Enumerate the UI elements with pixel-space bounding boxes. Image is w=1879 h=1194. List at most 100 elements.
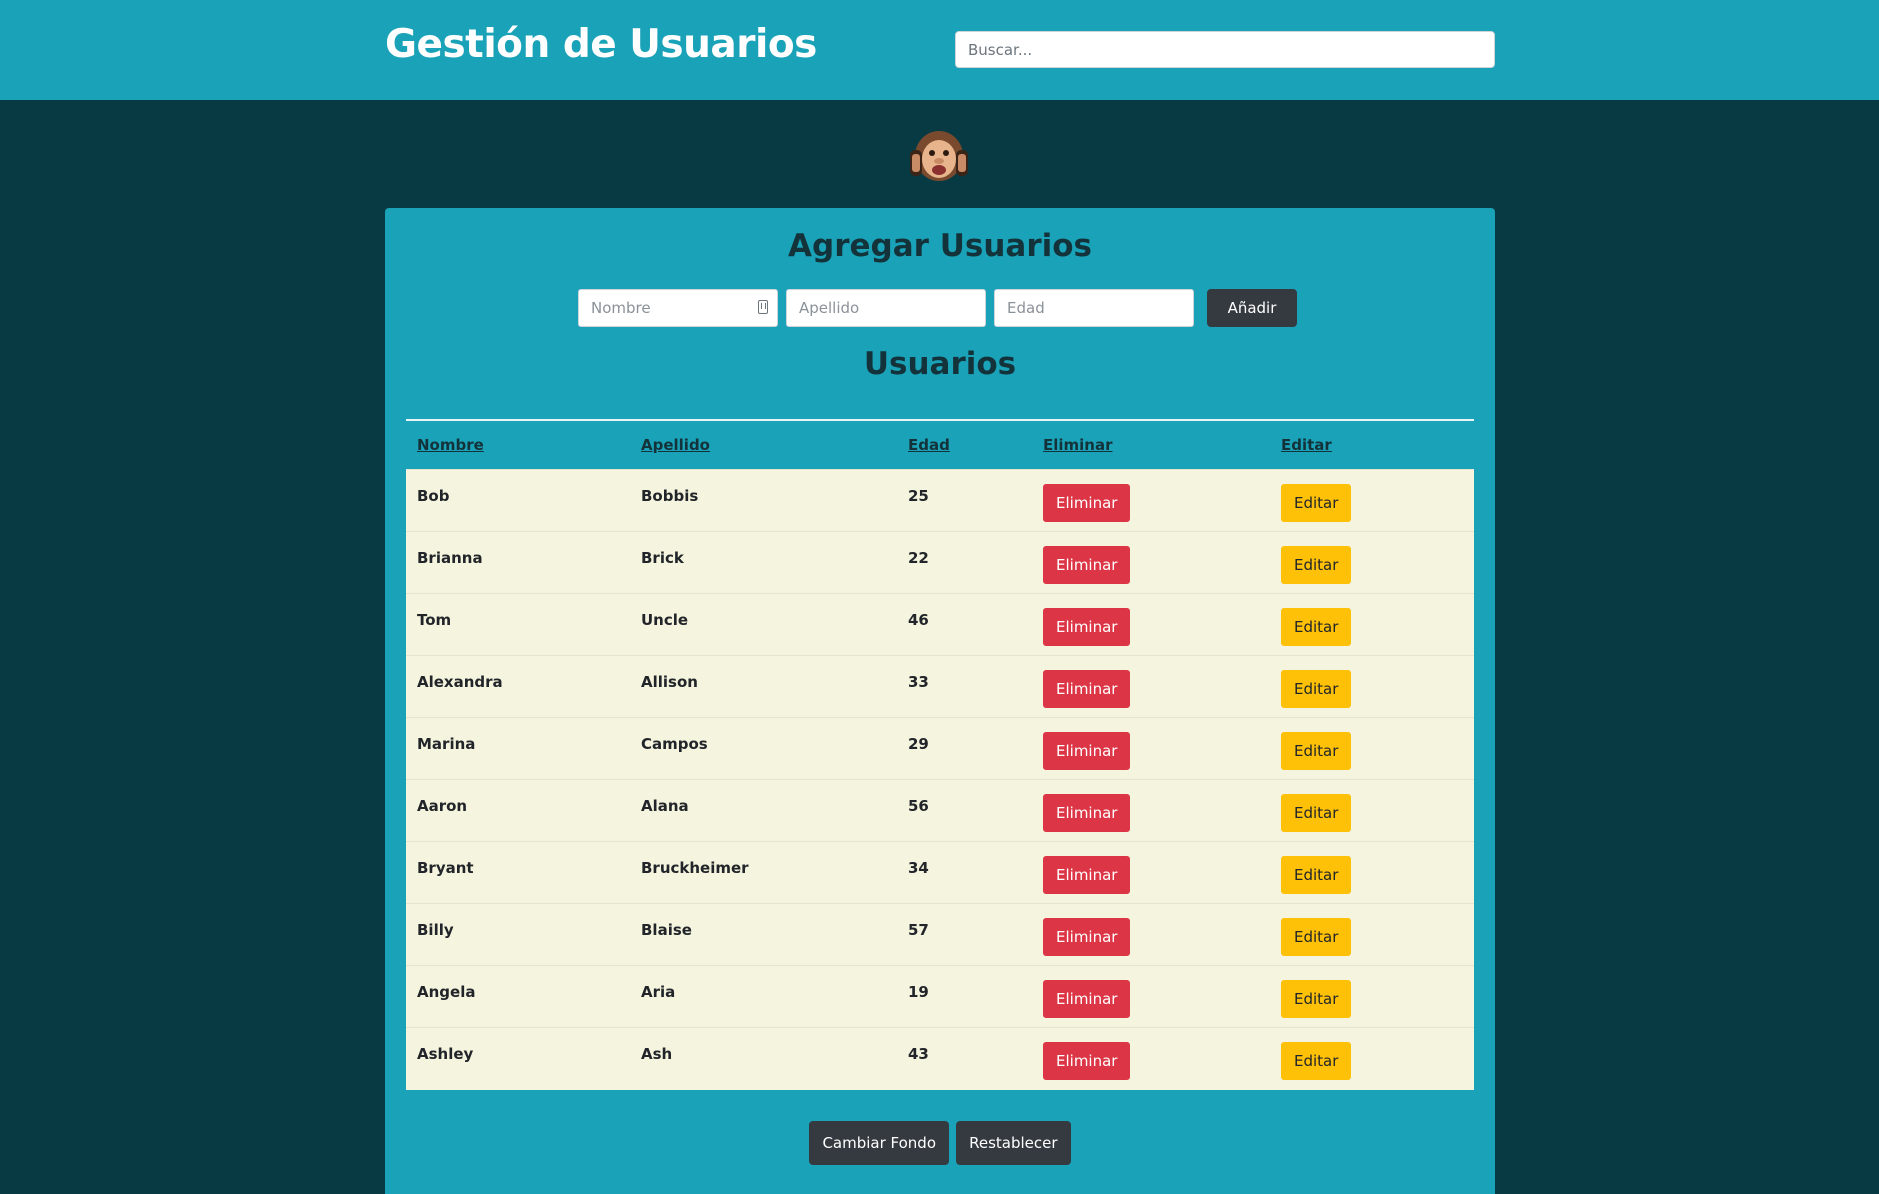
cell-edad: 19	[897, 965, 1032, 1028]
cell-editar: Editar	[1270, 531, 1474, 594]
cell-nombre: Billy	[406, 903, 630, 966]
cell-eliminar: Eliminar	[1032, 779, 1270, 842]
cell-eliminar: Eliminar	[1032, 841, 1270, 904]
delete-user-button[interactable]: Eliminar	[1043, 546, 1131, 584]
edit-user-button[interactable]: Editar	[1281, 918, 1352, 956]
add-user-button[interactable]: Añadir	[1207, 289, 1297, 327]
delete-user-button[interactable]: Eliminar	[1043, 918, 1131, 956]
cell-eliminar: Eliminar	[1032, 469, 1270, 532]
column-header-edad[interactable]: Edad	[897, 419, 1032, 470]
cell-editar: Editar	[1270, 655, 1474, 718]
cell-apellido: Ash	[630, 1027, 897, 1090]
table-row: Angela Aria 19 Eliminar Editar	[406, 965, 1474, 1028]
table-row: Bryant Bruckheimer 34 Eliminar Editar	[406, 841, 1474, 904]
cell-apellido: Aria	[630, 965, 897, 1028]
table-row: Alexandra Allison 33 Eliminar Editar	[406, 655, 1474, 718]
main-panel: Agregar Usuarios Añadir Usuarios Nombre …	[385, 208, 1495, 1194]
footer-actions: Cambiar Fondo Restablecer	[385, 1121, 1495, 1165]
change-background-button[interactable]: Cambiar Fondo	[809, 1121, 950, 1165]
cell-eliminar: Eliminar	[1032, 593, 1270, 656]
hear-no-evil-monkey-icon	[908, 126, 970, 186]
cell-eliminar: Eliminar	[1032, 717, 1270, 780]
edad-input[interactable]	[994, 289, 1194, 327]
cell-nombre: Aaron	[406, 779, 630, 842]
edit-user-button[interactable]: Editar	[1281, 1042, 1352, 1081]
cell-editar: Editar	[1270, 593, 1474, 656]
cell-apellido: Bobbis	[630, 469, 897, 532]
delete-user-button[interactable]: Eliminar	[1043, 1042, 1131, 1081]
table-row: Tom Uncle 46 Eliminar Editar	[406, 593, 1474, 656]
cell-edad: 43	[897, 1027, 1032, 1090]
delete-user-button[interactable]: Eliminar	[1043, 856, 1131, 894]
cell-nombre: Ashley	[406, 1027, 630, 1090]
cell-apellido: Campos	[630, 717, 897, 780]
delete-user-button[interactable]: Eliminar	[1043, 608, 1131, 646]
cell-edad: 46	[897, 593, 1032, 656]
cell-nombre: Marina	[406, 717, 630, 780]
cell-nombre: Alexandra	[406, 655, 630, 718]
cell-apellido: Alana	[630, 779, 897, 842]
cell-apellido: Brick	[630, 531, 897, 594]
column-header-editar[interactable]: Editar	[1270, 419, 1474, 470]
cell-editar: Editar	[1270, 1027, 1474, 1090]
apellido-input[interactable]	[786, 289, 986, 327]
cell-apellido: Uncle	[630, 593, 897, 656]
table-row: Brianna Brick 22 Eliminar Editar	[406, 531, 1474, 594]
cell-apellido: Bruckheimer	[630, 841, 897, 904]
edit-user-button[interactable]: Editar	[1281, 670, 1352, 708]
cell-edad: 25	[897, 469, 1032, 532]
column-header-eliminar[interactable]: Eliminar	[1032, 419, 1270, 470]
delete-user-button[interactable]: Eliminar	[1043, 670, 1131, 708]
table-row: Billy Blaise 57 Eliminar Editar	[406, 903, 1474, 966]
cell-editar: Editar	[1270, 469, 1474, 532]
reset-button[interactable]: Restablecer	[956, 1121, 1071, 1165]
cell-nombre: Tom	[406, 593, 630, 656]
table-header-row: Nombre Apellido Edad Eliminar Editar	[406, 419, 1474, 470]
cell-nombre: Bryant	[406, 841, 630, 904]
search-input[interactable]	[955, 31, 1495, 68]
cell-eliminar: Eliminar	[1032, 903, 1270, 966]
cell-edad: 22	[897, 531, 1032, 594]
cell-nombre: Angela	[406, 965, 630, 1028]
table-row: Bob Bobbis 25 Eliminar Editar	[406, 469, 1474, 532]
edit-user-button[interactable]: Editar	[1281, 732, 1352, 770]
cell-nombre: Bob	[406, 469, 630, 532]
cell-editar: Editar	[1270, 965, 1474, 1028]
delete-user-button[interactable]: Eliminar	[1043, 484, 1131, 522]
add-users-heading: Agregar Usuarios	[788, 228, 1092, 264]
edit-user-button[interactable]: Editar	[1281, 794, 1352, 832]
column-header-nombre[interactable]: Nombre	[406, 419, 630, 470]
edit-user-button[interactable]: Editar	[1281, 546, 1352, 584]
cell-eliminar: Eliminar	[1032, 965, 1270, 1028]
cell-editar: Editar	[1270, 903, 1474, 966]
users-table: Nombre Apellido Edad Eliminar Editar Bob…	[406, 419, 1474, 1090]
cell-nombre: Brianna	[406, 531, 630, 594]
edit-user-button[interactable]: Editar	[1281, 980, 1352, 1018]
delete-user-button[interactable]: Eliminar	[1043, 980, 1131, 1018]
cell-apellido: Blaise	[630, 903, 897, 966]
autofill-icon[interactable]	[758, 300, 768, 314]
column-header-apellido[interactable]: Apellido	[630, 419, 897, 470]
nombre-input[interactable]	[578, 289, 778, 327]
table-row: Aaron Alana 56 Eliminar Editar	[406, 779, 1474, 842]
top-navbar: Gestión de Usuarios	[0, 0, 1879, 100]
cell-eliminar: Eliminar	[1032, 655, 1270, 718]
app-title: Gestión de Usuarios	[385, 22, 817, 67]
cell-editar: Editar	[1270, 841, 1474, 904]
delete-user-button[interactable]: Eliminar	[1043, 732, 1131, 770]
cell-eliminar: Eliminar	[1032, 1027, 1270, 1090]
cell-edad: 56	[897, 779, 1032, 842]
edit-user-button[interactable]: Editar	[1281, 608, 1352, 646]
cell-edad: 33	[897, 655, 1032, 718]
cell-edad: 29	[897, 717, 1032, 780]
cell-edad: 57	[897, 903, 1032, 966]
table-row: Ashley Ash 43 Eliminar Editar	[406, 1027, 1474, 1090]
users-heading: Usuarios	[863, 346, 1017, 382]
edit-user-button[interactable]: Editar	[1281, 484, 1352, 522]
cell-eliminar: Eliminar	[1032, 531, 1270, 594]
edit-user-button[interactable]: Editar	[1281, 856, 1352, 894]
table-row: Marina Campos 29 Eliminar Editar	[406, 717, 1474, 780]
delete-user-button[interactable]: Eliminar	[1043, 794, 1131, 832]
cell-edad: 34	[897, 841, 1032, 904]
cell-apellido: Allison	[630, 655, 897, 718]
